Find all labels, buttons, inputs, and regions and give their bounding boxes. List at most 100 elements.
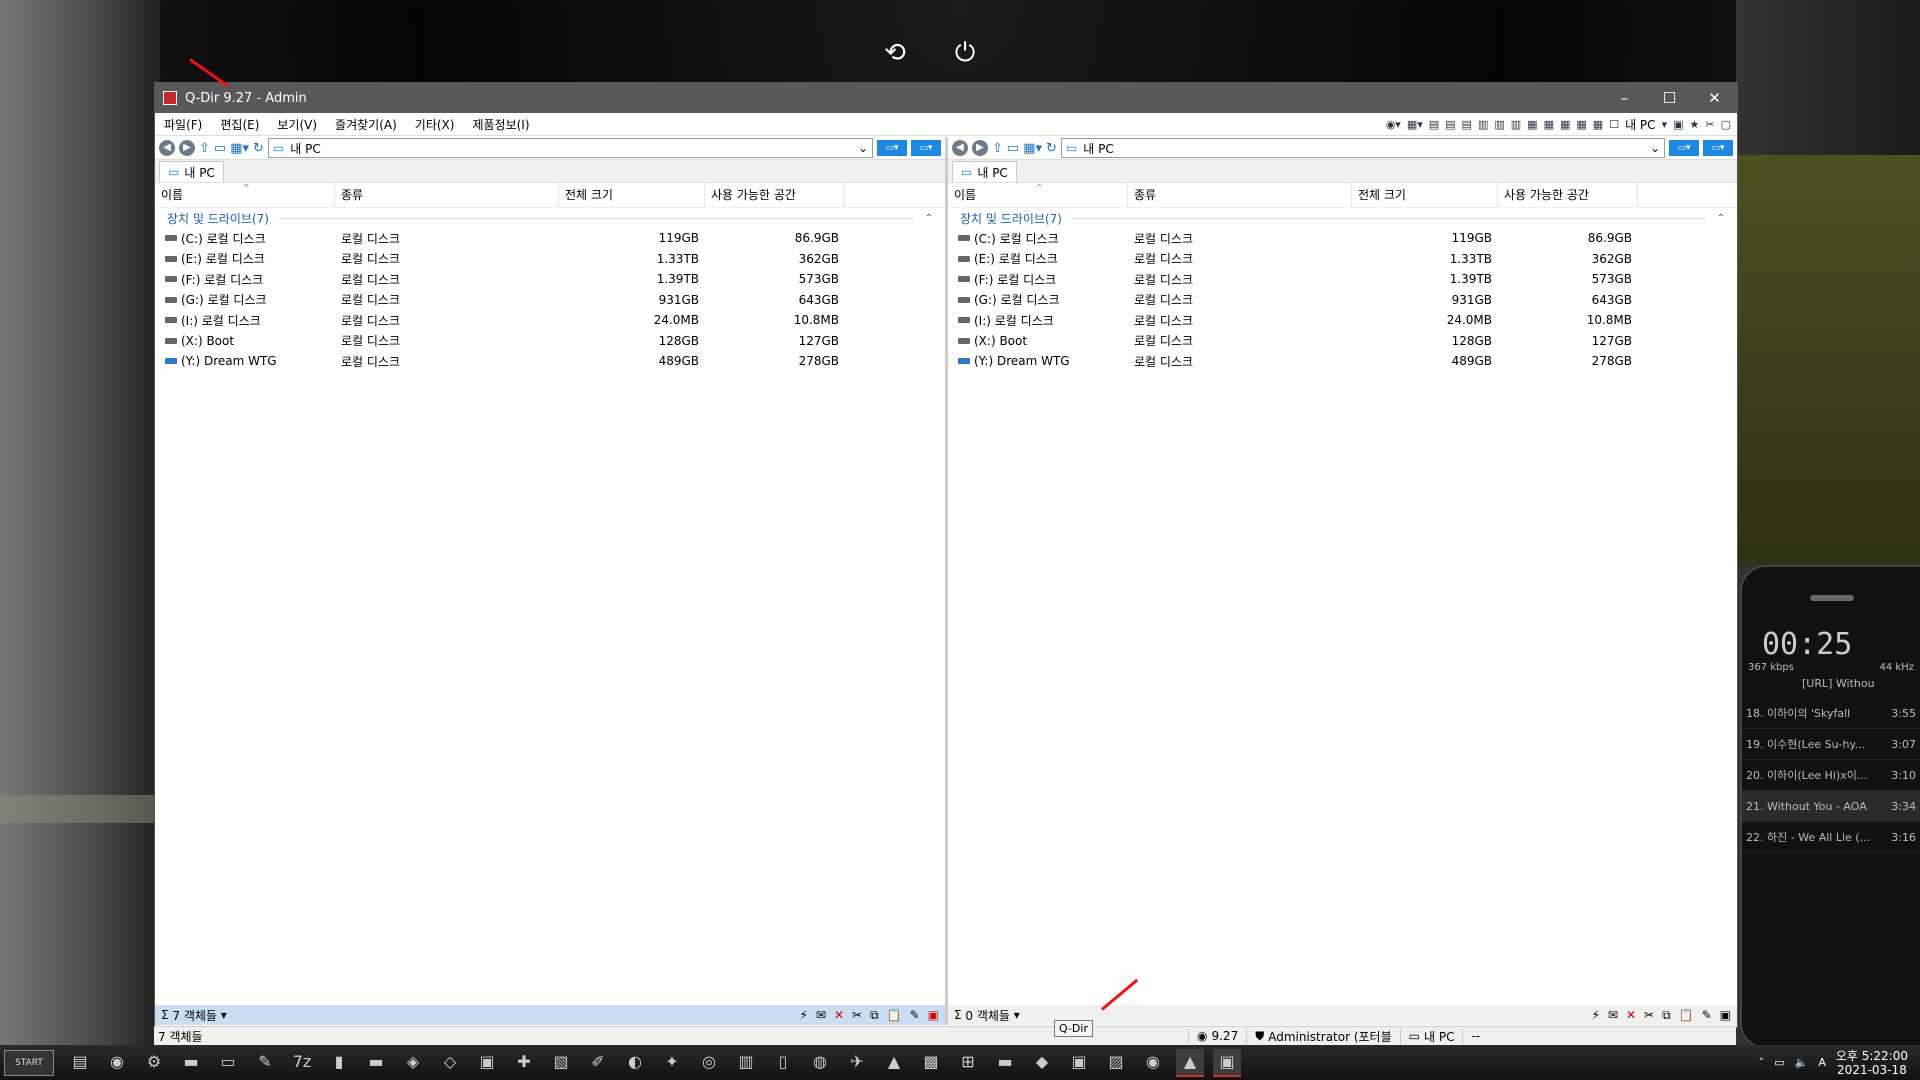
selection-count[interactable]: 7 객체들 — [172, 1007, 217, 1024]
up-folder-icon[interactable]: ⇧ — [199, 141, 210, 156]
network-icon[interactable]: ▣ — [473, 1049, 501, 1075]
menu-favorites[interactable]: 즐겨찾기(A) — [326, 116, 406, 133]
layout-12-icon[interactable]: ☐ — [1609, 118, 1619, 131]
selection-count[interactable]: 0 객체들 — [965, 1007, 1010, 1024]
delete-icon[interactable]: ✕ — [1626, 1008, 1636, 1023]
maximize-button[interactable]: ☐ — [1647, 89, 1692, 107]
playlist-item[interactable]: 19. 이수현(Lee Su-hy... 3:07 — [1742, 729, 1920, 760]
cut-icon[interactable]: ✂ — [852, 1008, 862, 1023]
close-button[interactable]: ✕ — [1692, 89, 1737, 107]
forward-icon[interactable]: ▶ — [972, 140, 988, 156]
table-row[interactable]: (G:) 로컬 디스크 로컬 디스크 931GB 643GB — [155, 290, 945, 311]
menu-info[interactable]: 제품정보(I) — [463, 116, 538, 133]
view-mode-icon[interactable]: ▦▾ — [1023, 141, 1042, 156]
desktop-view-button[interactable]: ▭▾ — [1669, 140, 1699, 156]
layout-9-icon[interactable]: ▦ — [1560, 118, 1570, 131]
playlist-item[interactable]: 22. 하진 - We All Lie (... 3:16 — [1742, 822, 1920, 853]
windows-icon[interactable]: ⊞ — [954, 1049, 982, 1075]
rename-icon[interactable]: ✎ — [910, 1008, 920, 1023]
document-icon[interactable]: ▮ — [325, 1049, 353, 1075]
back-icon[interactable]: ◀ — [952, 140, 968, 156]
disk-tool-icon[interactable]: ◈ — [399, 1049, 427, 1075]
plane-icon[interactable]: ✈ — [843, 1049, 871, 1075]
table-row[interactable]: (G:) 로컬 디스크 로컬 디스크 931GB 643GB — [948, 290, 1737, 311]
folder-icon[interactable]: ▬ — [362, 1049, 390, 1075]
email-icon[interactable]: ✉ — [1608, 1008, 1618, 1023]
layout-7-icon[interactable]: ▦ — [1527, 118, 1537, 131]
titlebar[interactable]: Q-Dir 9.27 - Admin – ☐ ✕ — [155, 83, 1737, 113]
qdir-active-icon[interactable]: ▣ — [1213, 1048, 1241, 1077]
chrome-icon[interactable]: ◎ — [695, 1049, 723, 1075]
paste-icon[interactable]: 📋 — [887, 1008, 902, 1023]
copy-icon[interactable]: ⧉ — [1662, 1008, 1671, 1023]
explorer-icon[interactable]: ▤ — [66, 1049, 94, 1075]
globe-app-icon[interactable]: ◉ — [1139, 1049, 1167, 1075]
network-tray-icon[interactable]: ▭ — [1774, 1056, 1784, 1069]
dropdown-icon[interactable]: ▾ — [1662, 118, 1668, 131]
table-row[interactable]: (Y:) Dream WTG 로컬 디스크 489GB 278GB — [948, 351, 1737, 372]
table-row[interactable]: (I:) 로컬 디스크 로컬 디스크 24.0MB 10.8MB — [948, 310, 1737, 331]
7zip-icon[interactable]: 7z — [288, 1049, 316, 1075]
forward-icon[interactable]: ▶ — [179, 140, 195, 156]
location-label[interactable]: 내 PC — [1625, 116, 1655, 133]
playlist-item[interactable]: 21. Without You - AOA 3:34 — [1742, 791, 1920, 822]
active-app-icon[interactable]: ▲ — [1176, 1048, 1204, 1077]
lightning-icon[interactable]: ⚡ — [1591, 1008, 1599, 1023]
folder-tree-icon[interactable]: ▣ — [1673, 118, 1683, 131]
triangle-app-icon[interactable]: ▲ — [880, 1049, 908, 1075]
table-row[interactable]: (X:) Boot 로컬 디스크 128GB 127GB — [155, 331, 945, 352]
layout-8-icon[interactable]: ▦ — [1544, 118, 1554, 131]
clock[interactable]: 오후 5:22:00 2021-03-18 — [1836, 1049, 1908, 1077]
menu-file[interactable]: 파일(F) — [155, 116, 211, 133]
tool-icon[interactable]: ✦ — [658, 1049, 686, 1075]
menu-view[interactable]: 보기(V) — [268, 116, 326, 133]
minimize-button[interactable]: – — [1602, 89, 1647, 107]
tools-icon[interactable]: ✂ — [1705, 118, 1714, 131]
layout-grid-icon[interactable]: ▦▾ — [1407, 118, 1423, 131]
table-row[interactable]: (E:) 로컬 디스크 로컬 디스크 1.33TB 362GB — [948, 249, 1737, 270]
table-row[interactable]: (E:) 로컬 디스크 로컬 디스크 1.33TB 362GB — [155, 249, 945, 270]
layout-11-icon[interactable]: ▦ — [1593, 118, 1603, 131]
volume-icon[interactable]: 🔈 — [1795, 1056, 1809, 1069]
table-row[interactable]: (X:) Boot 로컬 디스크 128GB 127GB — [948, 331, 1737, 352]
chevron-down-icon[interactable]: ⌄ — [1650, 141, 1660, 155]
tray-app-icon[interactable]: ▩ — [917, 1049, 945, 1075]
qdir-taskbar-icon[interactable]: ▣ — [1065, 1049, 1093, 1075]
column-type[interactable]: 종류 — [1128, 183, 1352, 207]
delete-icon[interactable]: ✕ — [834, 1008, 844, 1023]
rename-icon[interactable]: ✎ — [1702, 1008, 1712, 1023]
table-row[interactable]: (F:) 로컬 디스크 로컬 디스크 1.39TB 573GB — [948, 269, 1737, 290]
table-row[interactable]: (I:) 로컬 디스크 로컬 디스크 24.0MB 10.8MB — [155, 310, 945, 331]
tab-my-pc[interactable]: ▭ 내 PC — [159, 161, 224, 182]
folder-options-icon[interactable]: ▭ — [214, 141, 226, 156]
terminal-icon[interactable]: ▬ — [177, 1049, 205, 1075]
layout-10-icon[interactable]: ▦ — [1576, 118, 1586, 131]
table-row[interactable]: (C:) 로컬 디스크 로컬 디스크 119GB 86.9GB — [155, 228, 945, 249]
layout-2-icon[interactable]: ▤ — [1445, 118, 1455, 131]
collapse-icon[interactable]: ⌃ — [925, 213, 933, 224]
chevron-down-icon[interactable]: ▾ — [1010, 1008, 1020, 1022]
qdir-icon[interactable]: ▣ — [928, 1008, 939, 1023]
image-viewer-icon[interactable]: ▨ — [1102, 1049, 1130, 1075]
column-type[interactable]: 종류 — [335, 183, 559, 207]
refresh-icon[interactable]: ↻ — [253, 141, 264, 156]
address-bar[interactable]: ▭ 내 PC ⌄ — [267, 138, 873, 158]
playlist-item[interactable]: 18. 이하이의 'Skyfall 3:55 — [1742, 698, 1920, 729]
desktop-view-button[interactable]: ▭▾ — [877, 140, 907, 156]
collapse-icon[interactable]: ⌃ — [1717, 213, 1725, 224]
globe-icon[interactable]: ◉▾ — [1386, 118, 1401, 131]
brush-icon[interactable]: ✐ — [584, 1049, 612, 1075]
panel-icon[interactable]: ▣ — [1720, 1008, 1731, 1023]
lightning-icon[interactable]: ⚡ — [799, 1008, 807, 1023]
restart-icon[interactable]: ⟲ — [880, 38, 910, 69]
table-row[interactable]: (C:) 로컬 디스크 로컬 디스크 119GB 86.9GB — [948, 228, 1737, 249]
group-header[interactable]: 장치 및 드라이브(7) ⌃ — [948, 208, 1737, 228]
column-total-size[interactable]: 전체 크기 — [1352, 183, 1498, 207]
drive-tool-icon[interactable]: ◇ — [436, 1049, 464, 1075]
app-blue-icon[interactable]: ◉ — [103, 1049, 131, 1075]
table-row[interactable]: (F:) 로컬 디스크 로컬 디스크 1.39TB 573GB — [155, 269, 945, 290]
package-icon[interactable]: ▧ — [547, 1049, 575, 1075]
monitor-view-button[interactable]: ▭▾ — [1703, 140, 1733, 156]
paste-icon[interactable]: 📋 — [1679, 1008, 1694, 1023]
chevron-down-icon[interactable]: ▾ — [217, 1008, 227, 1022]
